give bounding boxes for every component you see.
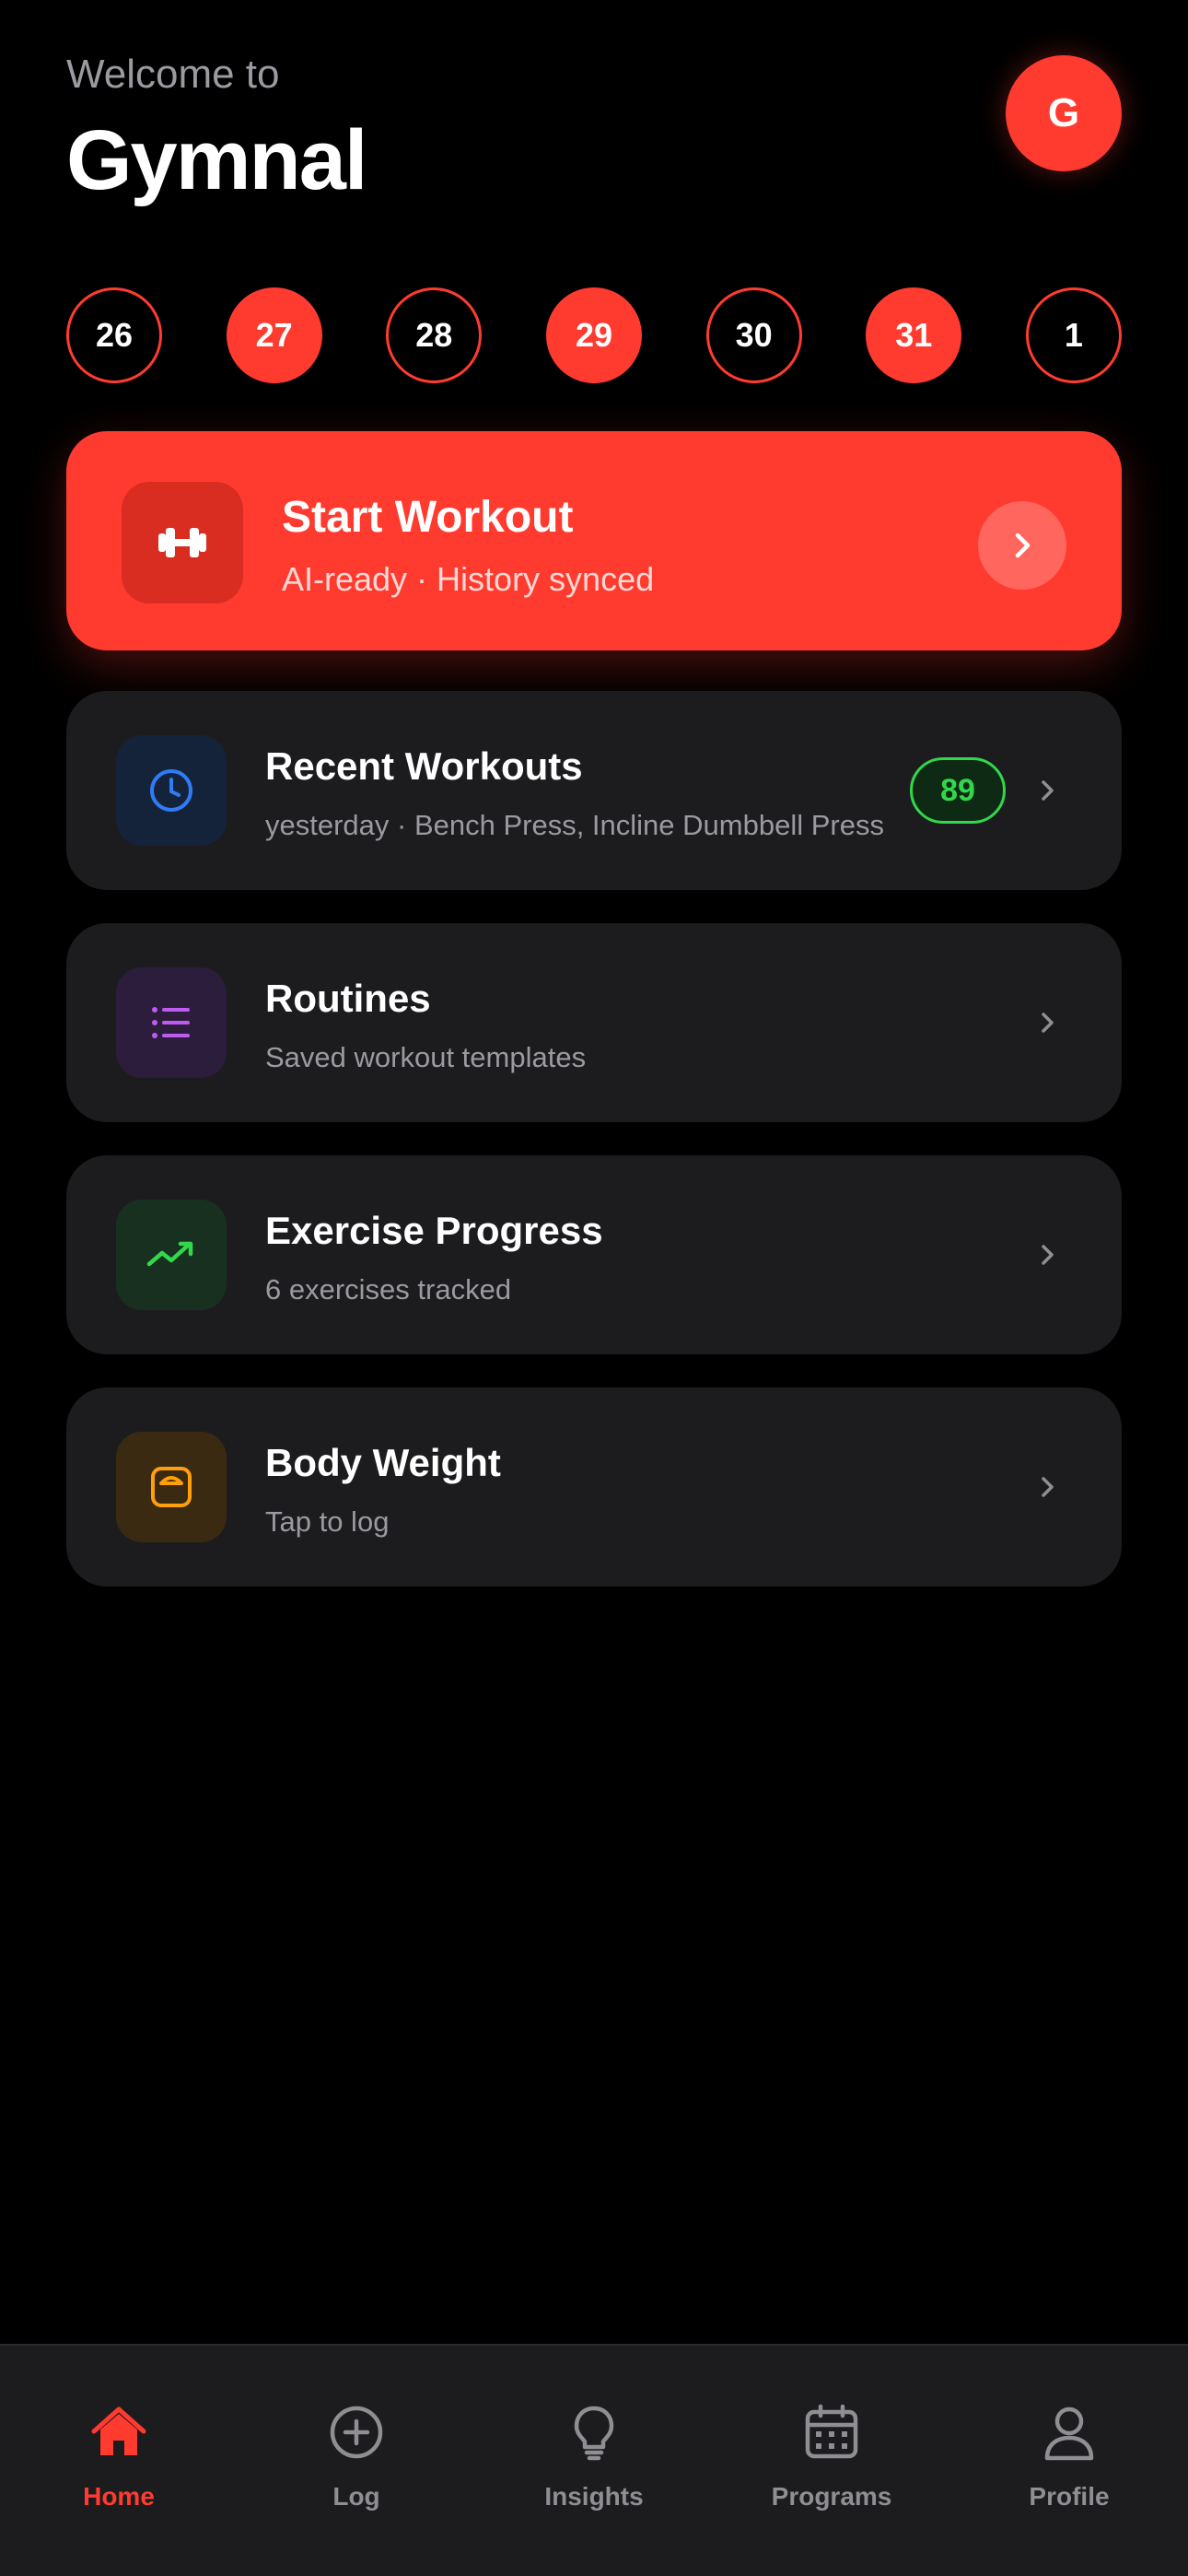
day-31[interactable]: 31 <box>866 287 962 383</box>
start-workout-title: Start Workout <box>282 493 574 542</box>
recent-workouts-title: Recent Workouts <box>265 744 583 788</box>
start-workout-button[interactable]: Start Workout AI-ready · History synced <box>66 431 1122 650</box>
body-weight-title: Body Weight <box>265 1441 501 1484</box>
tab-home[interactable]: Home <box>0 2346 238 2576</box>
tab-profile[interactable]: Profile <box>950 2346 1188 2576</box>
lightbulb-icon <box>561 2399 627 2465</box>
tab-label-insights: Insights <box>544 2482 644 2511</box>
score-badge: 89 <box>910 757 1006 824</box>
plus-circle-icon <box>323 2399 390 2465</box>
day-strip: 26 27 28 29 30 31 1 <box>66 287 1122 383</box>
day-30[interactable]: 30 <box>705 287 802 383</box>
day-27[interactable]: 27 <box>226 287 322 383</box>
app-title: Gymnal <box>66 113 367 207</box>
chevron-right-icon <box>1030 772 1066 809</box>
chevron-right-icon <box>1030 1004 1066 1041</box>
tab-bar: Home Log Insights Programs Profile <box>0 2344 1188 2576</box>
routines-subtitle: Saved workout templates <box>265 1041 587 1073</box>
day-1[interactable]: 1 <box>1025 287 1122 383</box>
recent-workouts-card[interactable]: Recent Workouts yesterday · Bench Press,… <box>66 691 1122 890</box>
person-icon <box>1036 2399 1102 2465</box>
header: Welcome to Gymnal G <box>66 48 1122 223</box>
body-weight-card[interactable]: Body Weight Tap to log <box>66 1388 1122 1587</box>
start-workout-subtitle: AI-ready · History synced <box>282 560 655 598</box>
dumbbell-icon <box>122 482 243 603</box>
tab-programs[interactable]: Programs <box>713 2346 950 2576</box>
tab-label-profile: Profile <box>1029 2482 1110 2511</box>
chevron-right-icon <box>1030 1469 1066 1505</box>
avatar[interactable]: G <box>1006 55 1122 171</box>
welcome-text: Welcome to <box>66 52 280 97</box>
chevron-right-icon <box>978 501 1066 590</box>
routines-card[interactable]: Routines Saved workout templates <box>66 923 1122 1122</box>
tab-log[interactable]: Log <box>238 2346 475 2576</box>
exercise-progress-subtitle: 6 exercises tracked <box>265 1273 512 1306</box>
exercise-progress-card[interactable]: Exercise Progress 6 exercises tracked <box>66 1155 1122 1354</box>
home-icon <box>86 2399 152 2465</box>
recent-workouts-subtitle: yesterday · Bench Press, Incline Dumbbel… <box>265 809 884 841</box>
day-29[interactable]: 29 <box>545 287 642 383</box>
tab-insights[interactable]: Insights <box>475 2346 713 2576</box>
calendar-icon <box>798 2399 865 2465</box>
body-weight-subtitle: Tap to log <box>265 1505 390 1538</box>
tab-label-programs: Programs <box>771 2482 892 2511</box>
tab-label-log: Log <box>332 2482 380 2511</box>
day-26[interactable]: 26 <box>66 287 162 383</box>
chevron-right-icon <box>1030 1236 1066 1273</box>
trend-icon <box>116 1200 227 1310</box>
day-28[interactable]: 28 <box>386 287 483 383</box>
tab-label-home: Home <box>83 2482 155 2511</box>
scale-icon <box>116 1432 227 1542</box>
list-icon <box>116 967 227 1078</box>
routines-title: Routines <box>265 977 431 1020</box>
clock-icon <box>116 735 227 846</box>
exercise-progress-title: Exercise Progress <box>265 1209 603 1252</box>
